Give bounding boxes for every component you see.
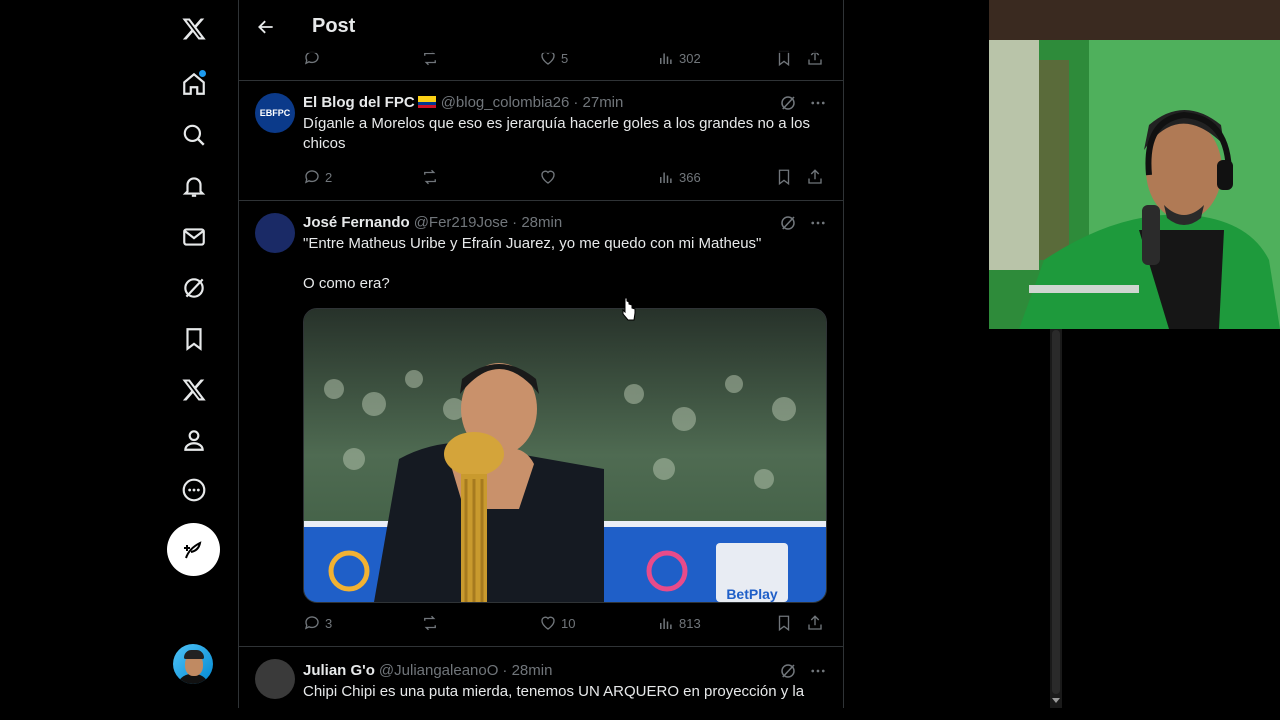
like-button[interactable] xyxy=(539,168,557,186)
share-button[interactable] xyxy=(806,614,824,632)
messages-icon[interactable] xyxy=(176,219,212,255)
premium-x-icon[interactable] xyxy=(176,372,212,408)
tweet-actions: 3 10 813 xyxy=(303,614,827,634)
x-logo-icon[interactable] xyxy=(176,11,212,47)
tweet-text-line: "Entre Matheus Uribe y Efraín Juarez, yo… xyxy=(303,235,762,252)
display-name[interactable]: José Fernando xyxy=(303,214,410,231)
reply-icon xyxy=(304,616,319,630)
views-icon xyxy=(660,618,672,629)
heart-icon xyxy=(541,616,555,630)
like-button[interactable]: 10 xyxy=(539,614,575,632)
compose-button[interactable] xyxy=(167,523,220,576)
post-timeline[interactable]: Post 5 302 EBFPC El Blog del FPC @blog_c… xyxy=(238,0,844,708)
post-header: Post xyxy=(239,0,843,53)
grok-icon[interactable] xyxy=(176,270,212,306)
repost-icon xyxy=(424,169,436,185)
timestamp[interactable]: · 28min xyxy=(512,214,562,231)
compose-icon xyxy=(183,540,201,558)
bookmark-button[interactable] xyxy=(775,614,793,632)
display-name[interactable]: El Blog del FPC xyxy=(303,94,415,111)
notification-dot xyxy=(199,70,206,77)
scrollbar[interactable] xyxy=(1050,326,1062,708)
profile-icon[interactable] xyxy=(176,422,212,458)
more-options-icon[interactable] xyxy=(809,662,827,680)
bookmark-icon xyxy=(778,169,790,186)
notifications-icon[interactable] xyxy=(176,168,212,204)
avatar[interactable]: EBFPC xyxy=(255,93,295,133)
repost-button[interactable] xyxy=(421,168,439,186)
tweet[interactable]: Julian G'o @JuliangaleanoO · 28min Chipi… xyxy=(239,647,843,708)
grok-icon[interactable] xyxy=(779,94,797,112)
back-arrow-icon[interactable] xyxy=(256,17,276,37)
scroll-down-icon[interactable] xyxy=(1052,696,1060,704)
account-avatar[interactable] xyxy=(173,644,213,684)
repost-button[interactable] xyxy=(421,614,439,632)
webcam-overlay xyxy=(989,0,1280,329)
tweet-actions: 2 366 xyxy=(303,168,827,188)
tweet-image[interactable]: BetPlay xyxy=(303,308,827,603)
streamer-video xyxy=(989,0,1280,329)
more-icon[interactable] xyxy=(176,472,212,508)
search-icon[interactable] xyxy=(176,117,212,153)
page-title: Post xyxy=(312,15,356,37)
heart-icon xyxy=(541,170,555,184)
home-icon[interactable] xyxy=(176,66,212,102)
reply-icon xyxy=(304,170,319,184)
sidebar xyxy=(46,0,238,708)
repost-icon xyxy=(424,615,436,631)
display-name[interactable]: Julian G'o xyxy=(303,662,375,679)
handle[interactable]: @Fer219Jose xyxy=(414,214,508,231)
timestamp[interactable]: · 27min xyxy=(573,94,623,111)
tweet[interactable]: EBFPC El Blog del FPC @blog_colombia26 ·… xyxy=(239,81,843,201)
tweet-header: El Blog del FPC @blog_colombia26 · 27min xyxy=(303,92,623,112)
share-icon xyxy=(808,615,822,630)
tweet-text-line: O como era? xyxy=(303,275,390,292)
bookmarks-icon[interactable] xyxy=(176,321,212,357)
views-icon xyxy=(660,172,672,183)
views-button[interactable]: 813 xyxy=(657,614,701,632)
bookmark-button[interactable] xyxy=(775,168,793,186)
tweet-header: José Fernando @Fer219Jose · 28min xyxy=(303,212,562,232)
app-window: Post 5 302 EBFPC El Blog del FPC @blog_c… xyxy=(46,0,1064,708)
reply-button[interactable]: 2 xyxy=(303,168,332,186)
avatar[interactable] xyxy=(255,213,295,253)
timestamp[interactable]: · 28min xyxy=(502,662,552,679)
more-options-icon[interactable] xyxy=(809,214,827,232)
share-button[interactable] xyxy=(806,168,824,186)
views-button[interactable]: 366 xyxy=(657,168,701,186)
trophy-photo: BetPlay xyxy=(304,309,826,602)
scrollbar-thumb[interactable] xyxy=(1052,330,1060,694)
handle[interactable]: @JuliangaleanoO xyxy=(379,662,498,679)
more-options-icon[interactable] xyxy=(809,94,827,112)
tweet-text: Díganle a Morelos que eso es jerarquía h… xyxy=(303,115,810,152)
tweet-header: Julian G'o @JuliangaleanoO · 28min xyxy=(303,660,552,680)
bookmark-icon xyxy=(778,615,790,632)
tweet-text: Chipi Chipi es una puta mierda, tenemos … xyxy=(303,683,805,700)
colombia-flag-icon xyxy=(417,96,436,108)
reply-button[interactable]: 3 xyxy=(303,614,332,632)
grok-icon[interactable] xyxy=(779,662,797,680)
avatar[interactable] xyxy=(255,659,295,699)
mouse-cursor-icon xyxy=(622,297,636,321)
grok-icon[interactable] xyxy=(779,214,797,232)
share-icon xyxy=(808,169,822,184)
handle[interactable]: @blog_colombia26 xyxy=(441,94,570,111)
banner-text: BetPlay xyxy=(726,586,778,602)
